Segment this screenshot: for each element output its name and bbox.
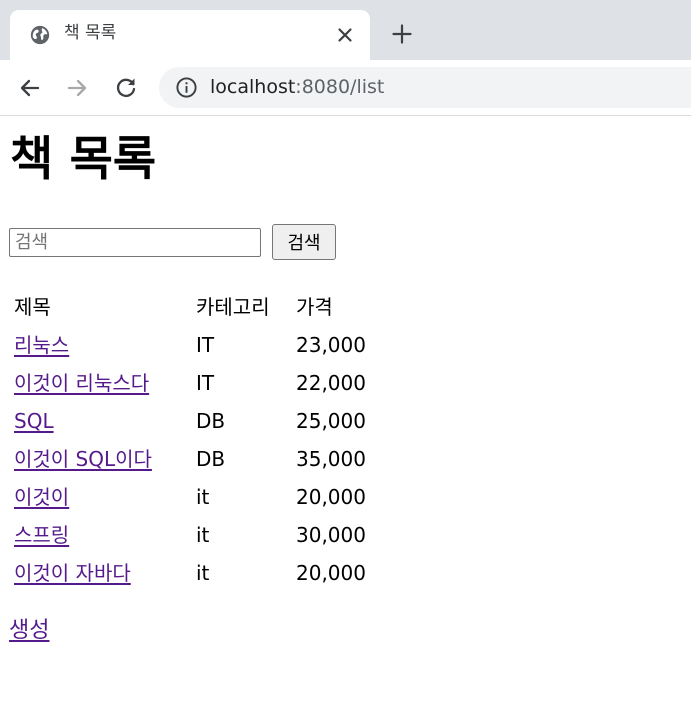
table-row: 이것이 자바다 it 20,000	[14, 558, 376, 588]
price-cell: 23,000	[296, 333, 366, 357]
category-cell: IT	[196, 333, 215, 357]
table-row: 이것이 리눅스다 IT 22,000	[14, 368, 376, 398]
title-cell: 이것이 자바다	[14, 558, 194, 588]
title-cell: SQL	[14, 406, 194, 436]
category-cell: DB	[196, 409, 226, 433]
info-icon[interactable]	[175, 76, 198, 99]
close-icon[interactable]	[336, 26, 354, 44]
book-title-link[interactable]: 리눅스	[14, 333, 69, 357]
price-cell: 35,000	[296, 447, 366, 471]
table-row: 스프링 it 30,000	[14, 520, 376, 550]
category-cell: it	[196, 561, 210, 585]
browser-toolbar: localhost:8080/list	[0, 60, 691, 116]
category-cell: IT	[196, 371, 215, 395]
book-title-link[interactable]: 이것이 SQL이다	[14, 447, 152, 471]
book-title-link[interactable]: 이것이	[14, 485, 69, 509]
category-cell: it	[196, 485, 210, 509]
active-tab[interactable]: 책 목록	[10, 10, 370, 60]
title-cell: 스프링	[14, 520, 194, 550]
url-text: localhost:8080/list	[210, 75, 384, 99]
address-bar[interactable]: localhost:8080/list	[159, 67, 691, 108]
price-cell: 20,000	[296, 485, 366, 509]
url-host: localhost	[210, 76, 296, 98]
header-category: 카테고리	[196, 295, 270, 319]
page-content: 책 목록 검색 제목 카테고리 가격 리눅스 IT 23,000 이것이 리눅스…	[0, 116, 691, 717]
price-cell: 22,000	[296, 371, 366, 395]
page-title: 책 목록	[10, 132, 157, 187]
title-cell: 이것이	[14, 482, 194, 512]
table-row: 리눅스 IT 23,000	[14, 330, 376, 360]
create-link[interactable]: 생성	[9, 614, 49, 648]
title-cell: 이것이 리눅스다	[14, 368, 194, 398]
table-row: 이것이 it 20,000	[14, 482, 376, 512]
book-title-link[interactable]: 이것이 자바다	[14, 561, 131, 585]
back-arrow-icon[interactable]	[17, 75, 43, 101]
book-table: 제목 카테고리 가격 리눅스 IT 23,000 이것이 리눅스다 IT 22,…	[12, 284, 378, 596]
table-row: SQL DB 25,000	[14, 406, 376, 436]
reload-icon[interactable]	[113, 75, 139, 101]
header-title: 제목	[14, 295, 51, 319]
forward-arrow-icon[interactable]	[64, 75, 90, 101]
category-cell: it	[196, 523, 210, 547]
search-input[interactable]	[9, 228, 261, 257]
category-cell: DB	[196, 447, 226, 471]
plus-icon[interactable]	[390, 22, 414, 46]
book-title-link[interactable]: 이것이 리눅스다	[14, 371, 149, 395]
globe-icon	[30, 25, 50, 45]
header-price: 가격	[296, 295, 333, 319]
price-cell: 20,000	[296, 561, 366, 585]
price-cell: 25,000	[296, 409, 366, 433]
tab-title: 책 목록	[64, 23, 117, 43]
tab-strip: 책 목록	[0, 0, 691, 60]
table-row: 이것이 SQL이다 DB 35,000	[14, 444, 376, 474]
price-cell: 30,000	[296, 523, 366, 547]
browser-window: 책 목록 localhost:8080/list 책 목록 검색 검색 제목 카…	[0, 0, 691, 717]
url-path: :8080/list	[295, 76, 385, 98]
book-title-link[interactable]: 스프링	[14, 523, 69, 547]
title-cell: 이것이 SQL이다	[14, 444, 194, 474]
search-button[interactable]: 검색	[272, 224, 336, 260]
table-header-row: 제목 카테고리 가격	[14, 292, 376, 322]
title-cell: 리눅스	[14, 330, 194, 360]
book-title-link[interactable]: SQL	[14, 409, 54, 433]
